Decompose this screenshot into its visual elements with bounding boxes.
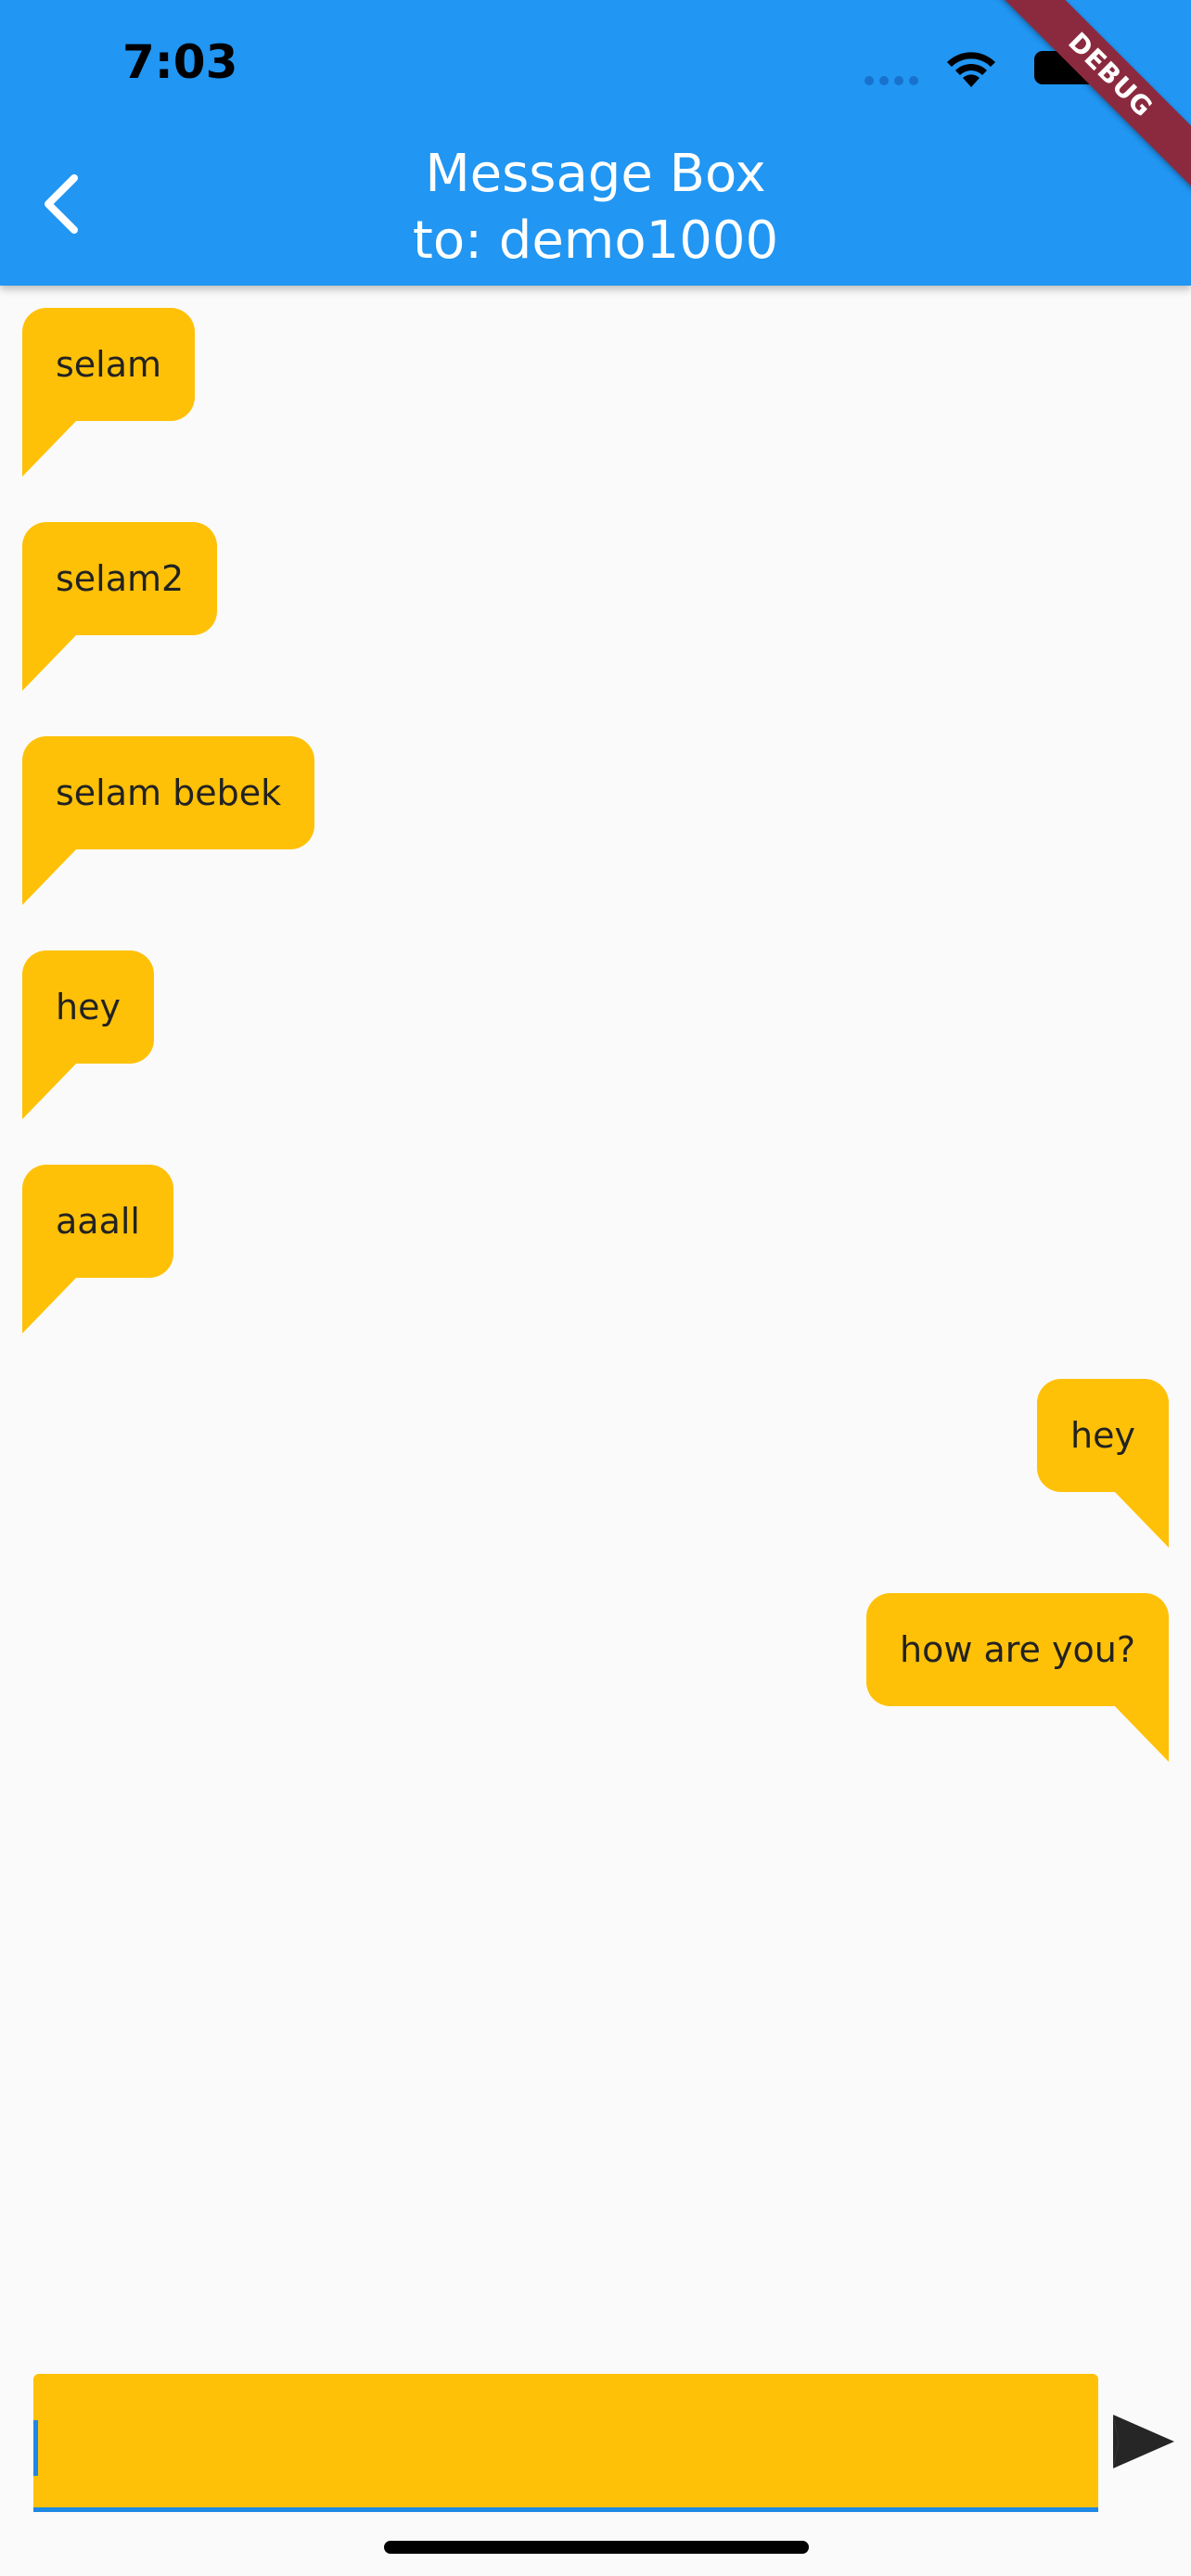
- title-line-2: to: demo1000: [412, 210, 779, 271]
- message-bubble: hey: [1037, 1379, 1169, 1492]
- app-header: 7:03 Message Box to: demo1000 DEBUG: [0, 0, 1191, 286]
- message-incoming: hey: [22, 950, 393, 1119]
- message-bubble: how are you?: [865, 1593, 1169, 1706]
- message-bubble: selam2: [22, 522, 218, 635]
- message-outgoing: hey: [705, 1379, 1169, 1548]
- text-cursor: [33, 2420, 38, 2476]
- wifi-icon: [947, 52, 995, 87]
- message-bubble: selam bebek: [22, 736, 315, 849]
- cellular-signal-icon: [864, 76, 920, 85]
- message-input[interactable]: [33, 2374, 1098, 2512]
- bubble-tail: [22, 1276, 78, 1333]
- message-incoming: aaall: [22, 1165, 393, 1333]
- send-icon[interactable]: [1109, 2407, 1178, 2476]
- message-bubble: aaall: [22, 1165, 173, 1278]
- message-outgoing: how are you?: [705, 1593, 1169, 1762]
- page-title: Message Box to: demo1000: [0, 141, 1191, 274]
- bubble-tail: [22, 419, 78, 477]
- message-incoming: selam bebek: [22, 736, 486, 905]
- home-indicator: [384, 2541, 809, 2554]
- bubble-tail: [1113, 1490, 1169, 1548]
- bubble-tail: [1113, 1704, 1169, 1762]
- message-incoming: selam2: [22, 522, 393, 691]
- message-bubble: hey: [22, 950, 154, 1064]
- message-bubble: selam: [22, 308, 196, 421]
- title-line-1: Message Box: [425, 144, 766, 204]
- status-time: 7:03: [122, 35, 238, 89]
- message-incoming: selam: [22, 308, 393, 477]
- bubble-tail: [22, 1062, 78, 1119]
- bubble-tail: [22, 633, 78, 691]
- bubble-tail: [22, 848, 78, 905]
